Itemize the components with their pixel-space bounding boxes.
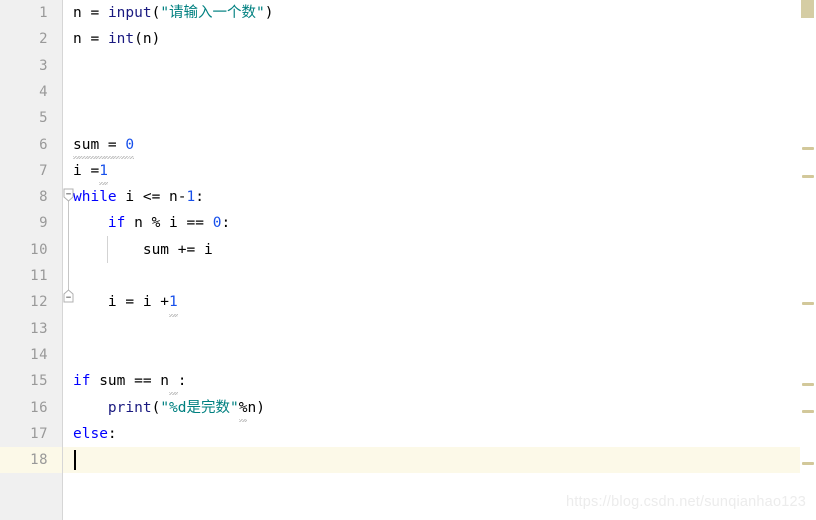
token-paren-open: ( bbox=[151, 399, 161, 416]
line-number-10: 10 bbox=[30, 241, 48, 258]
code-line-8[interactable]: while i <= n-1: bbox=[63, 184, 816, 210]
code-line-3[interactable] bbox=[63, 53, 816, 79]
line-number-12: 12 bbox=[30, 294, 48, 311]
fold-region-line bbox=[68, 196, 69, 291]
line-number-16: 16 bbox=[30, 399, 48, 416]
token-keyword-while: while bbox=[73, 189, 117, 206]
weak-warning-trailing-space bbox=[169, 368, 178, 396]
token-variable-n: n bbox=[247, 399, 257, 416]
token-keyword-else: else bbox=[73, 425, 108, 442]
warning-marker[interactable] bbox=[802, 175, 814, 178]
line-number-11: 11 bbox=[30, 268, 48, 284]
token-number: 1 bbox=[169, 294, 178, 311]
code-line-15[interactable]: if sum == n : bbox=[63, 368, 816, 396]
line-number-4: 4 bbox=[39, 83, 48, 100]
line-number-17: 17 bbox=[30, 425, 48, 442]
token-function-input: input bbox=[107, 5, 152, 21]
token-function-print: print bbox=[107, 399, 152, 416]
code-line-10[interactable]: sum += i bbox=[63, 237, 816, 263]
token-keyword-if: if bbox=[73, 373, 91, 390]
line-number-gutter[interactable]: 1 2 3 4 5 6 7 8 9 10 11 12 13 14 15 16 1… bbox=[0, 0, 62, 520]
token-keyword-if: if bbox=[107, 215, 126, 232]
code-line-13[interactable] bbox=[63, 316, 816, 342]
token-arguments: (n) bbox=[134, 31, 161, 48]
code-line-18[interactable]: print("%d不是完数"%n) bbox=[63, 447, 816, 473]
token-condition: sum == n bbox=[90, 373, 170, 390]
code-line-6[interactable]: sum = 0 bbox=[63, 132, 816, 160]
token-colon: : bbox=[221, 215, 231, 232]
fold-end-icon[interactable] bbox=[63, 289, 74, 303]
warning-marker[interactable] bbox=[802, 302, 814, 305]
line-number-15: 15 bbox=[30, 373, 48, 390]
token-number-one: 1 bbox=[99, 162, 108, 179]
code-line-4[interactable] bbox=[63, 79, 816, 105]
watermark-url: https://blog.csdn.net/sunqianhao123 bbox=[566, 494, 806, 510]
weak-warning-sum-assign: sum = 0 bbox=[73, 132, 135, 160]
code-line-11[interactable] bbox=[63, 263, 816, 289]
token-colon: : bbox=[195, 189, 204, 206]
text-caret bbox=[74, 450, 76, 471]
warning-marker[interactable] bbox=[802, 410, 814, 413]
token-function-int: int bbox=[107, 31, 135, 48]
token-variable-i: i = bbox=[73, 162, 100, 179]
token-percent: % bbox=[238, 399, 248, 416]
line-number-9: 9 bbox=[39, 215, 48, 232]
code-editor[interactable]: 1 2 3 4 5 6 7 8 9 10 11 12 13 14 15 16 1… bbox=[0, 0, 816, 520]
token-expression-i-increment: i = i + bbox=[107, 294, 170, 311]
token-condition: n % i == bbox=[125, 215, 213, 232]
code-line-14[interactable] bbox=[63, 342, 816, 368]
token-expression-sum-add: sum += i bbox=[142, 241, 213, 258]
line-number-5: 5 bbox=[39, 110, 48, 127]
line-number-18: 18 bbox=[0, 447, 62, 474]
code-content-area[interactable]: n = input("请输入一个数") n = int(n) sum = 0 i… bbox=[63, 0, 816, 520]
line-number-2: 2 bbox=[39, 31, 48, 48]
token-number: 1 bbox=[186, 189, 196, 206]
warning-marker[interactable] bbox=[802, 383, 814, 386]
line-number-6: 6 bbox=[39, 136, 48, 153]
line-number-8: 8 bbox=[39, 189, 48, 206]
warning-marker[interactable] bbox=[802, 462, 814, 465]
token-number-zero: 0 bbox=[125, 136, 135, 153]
token-paren-close: ) bbox=[256, 399, 265, 416]
token-colon: : bbox=[177, 373, 187, 390]
scrollbar-thumb[interactable] bbox=[801, 0, 814, 18]
code-line-5[interactable] bbox=[63, 105, 816, 131]
weak-warning-i-increment: 1 bbox=[169, 289, 178, 317]
token-colon: : bbox=[107, 425, 117, 442]
token-operator: = bbox=[81, 5, 108, 21]
line-number-3: 3 bbox=[39, 57, 48, 74]
warning-marker[interactable] bbox=[802, 147, 814, 150]
fold-collapse-icon[interactable] bbox=[63, 188, 74, 202]
error-stripe-scrollbar[interactable] bbox=[800, 0, 816, 520]
weak-warning-format-operator: % bbox=[238, 395, 248, 423]
weak-warning-i-assign: 1 bbox=[99, 158, 108, 186]
line-number-7: 7 bbox=[39, 162, 48, 179]
token-operator: = bbox=[81, 31, 108, 48]
code-line-7[interactable]: i =1 bbox=[63, 158, 816, 186]
line-number-13: 13 bbox=[30, 320, 48, 337]
token-string-perfect: "%d是完数" bbox=[160, 399, 239, 416]
code-line-12[interactable]: i = i +1 bbox=[63, 289, 816, 317]
line-number-1: 1 bbox=[39, 5, 48, 21]
token-paren-close: ) bbox=[264, 5, 274, 21]
token-variable: n bbox=[73, 5, 82, 21]
token-variable-sum: sum = bbox=[73, 136, 126, 153]
token-condition: i <= n- bbox=[116, 189, 187, 206]
token-string-prompt: "请输入一个数" bbox=[160, 5, 265, 21]
code-line-1[interactable]: n = input("请输入一个数") bbox=[63, 0, 816, 26]
line-number-14: 14 bbox=[30, 346, 48, 363]
token-variable: n bbox=[73, 31, 82, 48]
code-line-9[interactable]: if n % i == 0: bbox=[63, 210, 816, 236]
code-folding-strip[interactable] bbox=[63, 0, 74, 520]
code-line-16[interactable]: print("%d是完数"%n) bbox=[63, 395, 816, 423]
code-line-2[interactable]: n = int(n) bbox=[63, 26, 816, 52]
code-line-17[interactable]: else: bbox=[63, 421, 816, 447]
